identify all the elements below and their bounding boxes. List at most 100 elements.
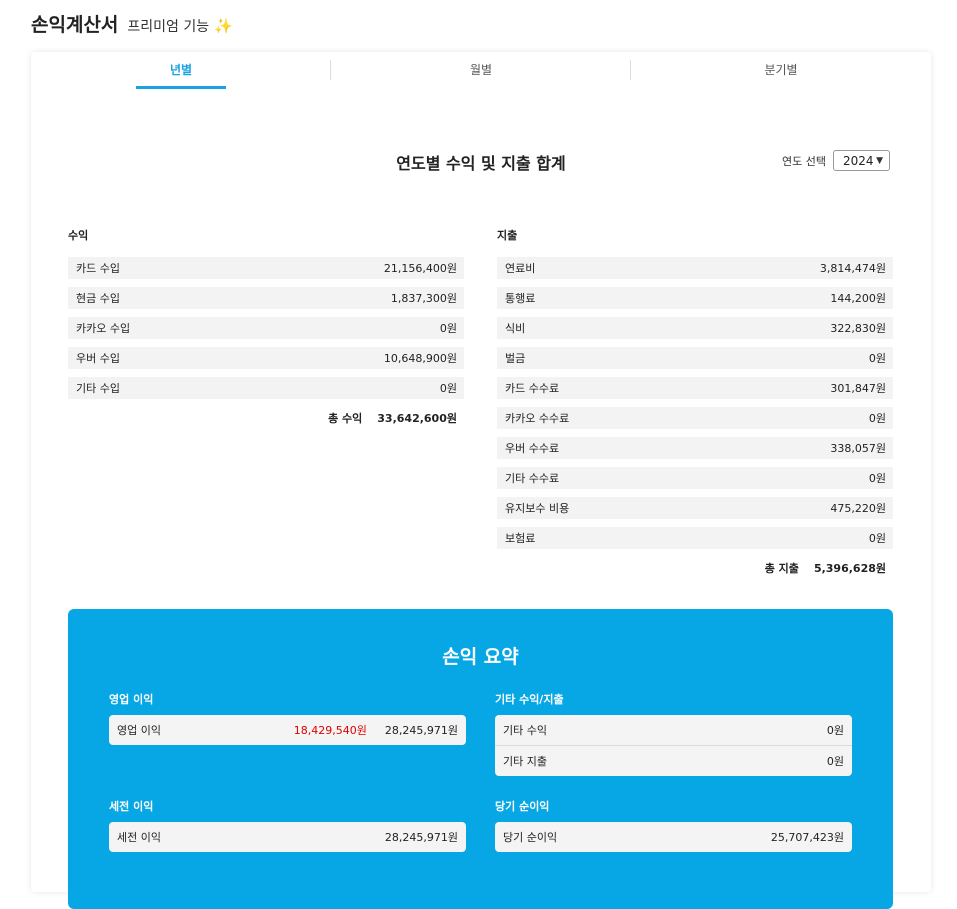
net-profit-box: 당기 순이익 25,707,423원: [495, 822, 852, 852]
expense-total: 총 지출 5,396,628원: [497, 557, 893, 579]
other-income-expense-section: 기타 수익/지출 기타 수익 0원 기타 지출 0원: [495, 691, 852, 776]
income-row: 기타 수입 0원: [68, 377, 464, 399]
net-profit-row: 당기 순이익 25,707,423원: [495, 822, 852, 852]
year-select-value: 2024: [842, 153, 874, 168]
income-value: 1,837,300원: [390, 292, 457, 305]
income-row: 우버 수입 10,648,900원: [68, 347, 464, 369]
pretax-profit-label: 세전 이익: [117, 831, 161, 844]
other-income-expense-heading: 기타 수익/지출: [495, 693, 564, 706]
year-selector: 연도 선택 2024 ▼: [782, 150, 890, 171]
expense-value: 0원: [868, 532, 886, 545]
other-income-expense-box: 기타 수익 0원 기타 지출 0원: [495, 715, 852, 776]
other-expense-row: 기타 지출 0원: [495, 745, 852, 776]
expense-value: 0원: [868, 352, 886, 365]
expense-row: 카카오 수수료 0원: [497, 407, 893, 429]
expense-value: 144,200원: [830, 292, 886, 305]
page-title: 손익계산서 프리미엄 기능 ✨: [31, 10, 233, 37]
operating-profit-red-value: 18,429,540원: [293, 724, 367, 737]
income-value: 21,156,400원: [383, 262, 457, 275]
expense-value: 301,847원: [830, 382, 886, 395]
expense-column: 지출 연료비 3,814,474원 통행료 144,200원 식비 322,830원 …: [497, 227, 893, 579]
income-row: 카카오 수입 0원: [68, 317, 464, 339]
other-expense-value: 0원: [826, 755, 844, 768]
net-profit-value: 25,707,423원: [770, 831, 844, 844]
operating-profit-row: 영업 이익 18,429,540원 28,245,971원: [109, 715, 466, 745]
year-select[interactable]: 2024 ▼: [832, 150, 890, 171]
active-tab-indicator: [136, 86, 226, 89]
operating-profit-section: 영업 이익 영업 이익 18,429,540원 28,245,971원: [109, 691, 466, 745]
operating-profit-value: 28,245,971원: [384, 724, 458, 737]
income-column: 수익 카드 수입 21,156,400원 현금 수입 1,837,300원 카카오 …: [68, 227, 464, 429]
income-label: 카카오 수입: [76, 322, 131, 335]
pretax-profit-box: 세전 이익 28,245,971원: [109, 822, 466, 852]
income-value: 0원: [439, 382, 457, 395]
expense-row: 보험료 0원: [497, 527, 893, 549]
expense-heading: 지출: [497, 229, 518, 242]
expense-label: 벌금: [505, 352, 526, 365]
income-total: 총 수익 33,642,600원: [68, 407, 464, 429]
expense-label: 식비: [505, 322, 526, 335]
period-tabs: 년별 월별 분기별: [31, 52, 931, 92]
expense-row: 벌금 0원: [497, 347, 893, 369]
tab-monthly[interactable]: 월별: [331, 52, 631, 88]
pretax-profit-section: 세전 이익 세전 이익 28,245,971원: [109, 798, 466, 852]
other-expense-label: 기타 지출: [503, 755, 547, 768]
pretax-profit-row: 세전 이익 28,245,971원: [109, 822, 466, 852]
expense-label: 통행료: [505, 292, 536, 305]
expense-row: 연료비 3,814,474원: [497, 257, 893, 279]
operating-profit-label: 영업 이익: [117, 724, 161, 737]
other-income-value: 0원: [826, 724, 844, 737]
income-row: 현금 수입 1,837,300원: [68, 287, 464, 309]
year-select-label: 연도 선택: [782, 154, 826, 168]
income-label: 우버 수입: [76, 352, 120, 365]
income-row: 카드 수입 21,156,400원: [68, 257, 464, 279]
expense-total-value: 5,396,628원: [813, 562, 886, 575]
other-income-row: 기타 수익 0원: [495, 715, 852, 745]
operating-profit-heading: 영업 이익: [109, 693, 154, 706]
expense-label: 카카오 수수료: [505, 412, 570, 425]
income-label: 현금 수입: [76, 292, 120, 305]
expense-value: 475,220원: [830, 502, 886, 515]
page-title-text: 손익계산서: [31, 14, 119, 36]
other-income-label: 기타 수익: [503, 724, 547, 737]
expense-value: 0원: [868, 472, 886, 485]
income-heading: 수익: [68, 229, 89, 242]
summary-title: 손익 요약: [442, 646, 519, 668]
expense-label: 유지보수 비용: [505, 502, 570, 515]
statement-card: 년별 월별 분기별 연도별 수익 및 지출 합계 연도 선택 2024 ▼ 수익…: [31, 52, 931, 909]
income-value: 10,648,900원: [383, 352, 457, 365]
expense-row: 우버 수수료 338,057원: [497, 437, 893, 459]
operating-profit-box: 영업 이익 18,429,540원 28,245,971원: [109, 715, 466, 745]
pretax-profit-value: 28,245,971원: [384, 831, 458, 844]
expense-row: 카드 수수료 301,847원: [497, 377, 893, 399]
expense-row: 식비 322,830원: [497, 317, 893, 339]
premium-label: 프리미엄 기능: [127, 19, 210, 35]
expense-value: 0원: [868, 412, 886, 425]
income-total-value: 33,642,600원: [377, 412, 457, 425]
expense-label: 우버 수수료: [505, 442, 560, 455]
sparkle-icon: ✨: [214, 17, 233, 35]
net-profit-section: 당기 순이익 당기 순이익 25,707,423원: [495, 798, 852, 852]
tab-quarterly[interactable]: 분기별: [631, 52, 931, 88]
tab-yearly[interactable]: 년별: [91, 52, 271, 88]
expense-label: 기타 수수료: [505, 472, 560, 485]
expense-value: 338,057원: [830, 442, 886, 455]
income-label: 기타 수입: [76, 382, 120, 395]
net-profit-label: 당기 순이익: [503, 831, 558, 844]
income-label: 카드 수입: [76, 262, 120, 275]
pretax-profit-heading: 세전 이익: [109, 800, 154, 813]
expense-label: 보험료: [505, 532, 536, 545]
expense-label: 카드 수수료: [505, 382, 560, 395]
expense-label: 연료비: [505, 262, 536, 275]
expense-row: 유지보수 비용 475,220원: [497, 497, 893, 519]
expense-value: 322,830원: [830, 322, 886, 335]
expense-row: 기타 수수료 0원: [497, 467, 893, 489]
net-profit-heading: 당기 순이익: [495, 800, 550, 813]
expense-value: 3,814,474원: [819, 262, 886, 275]
chevron-down-icon: ▼: [876, 155, 883, 166]
income-value: 0원: [439, 322, 457, 335]
income-total-label: 총 수익: [328, 412, 363, 425]
expense-total-label: 총 지출: [764, 562, 799, 575]
expense-row: 통행료 144,200원: [497, 287, 893, 309]
profit-summary-panel: 손익 요약 영업 이익 영업 이익 18,429,540원 28,245,971…: [68, 609, 893, 909]
